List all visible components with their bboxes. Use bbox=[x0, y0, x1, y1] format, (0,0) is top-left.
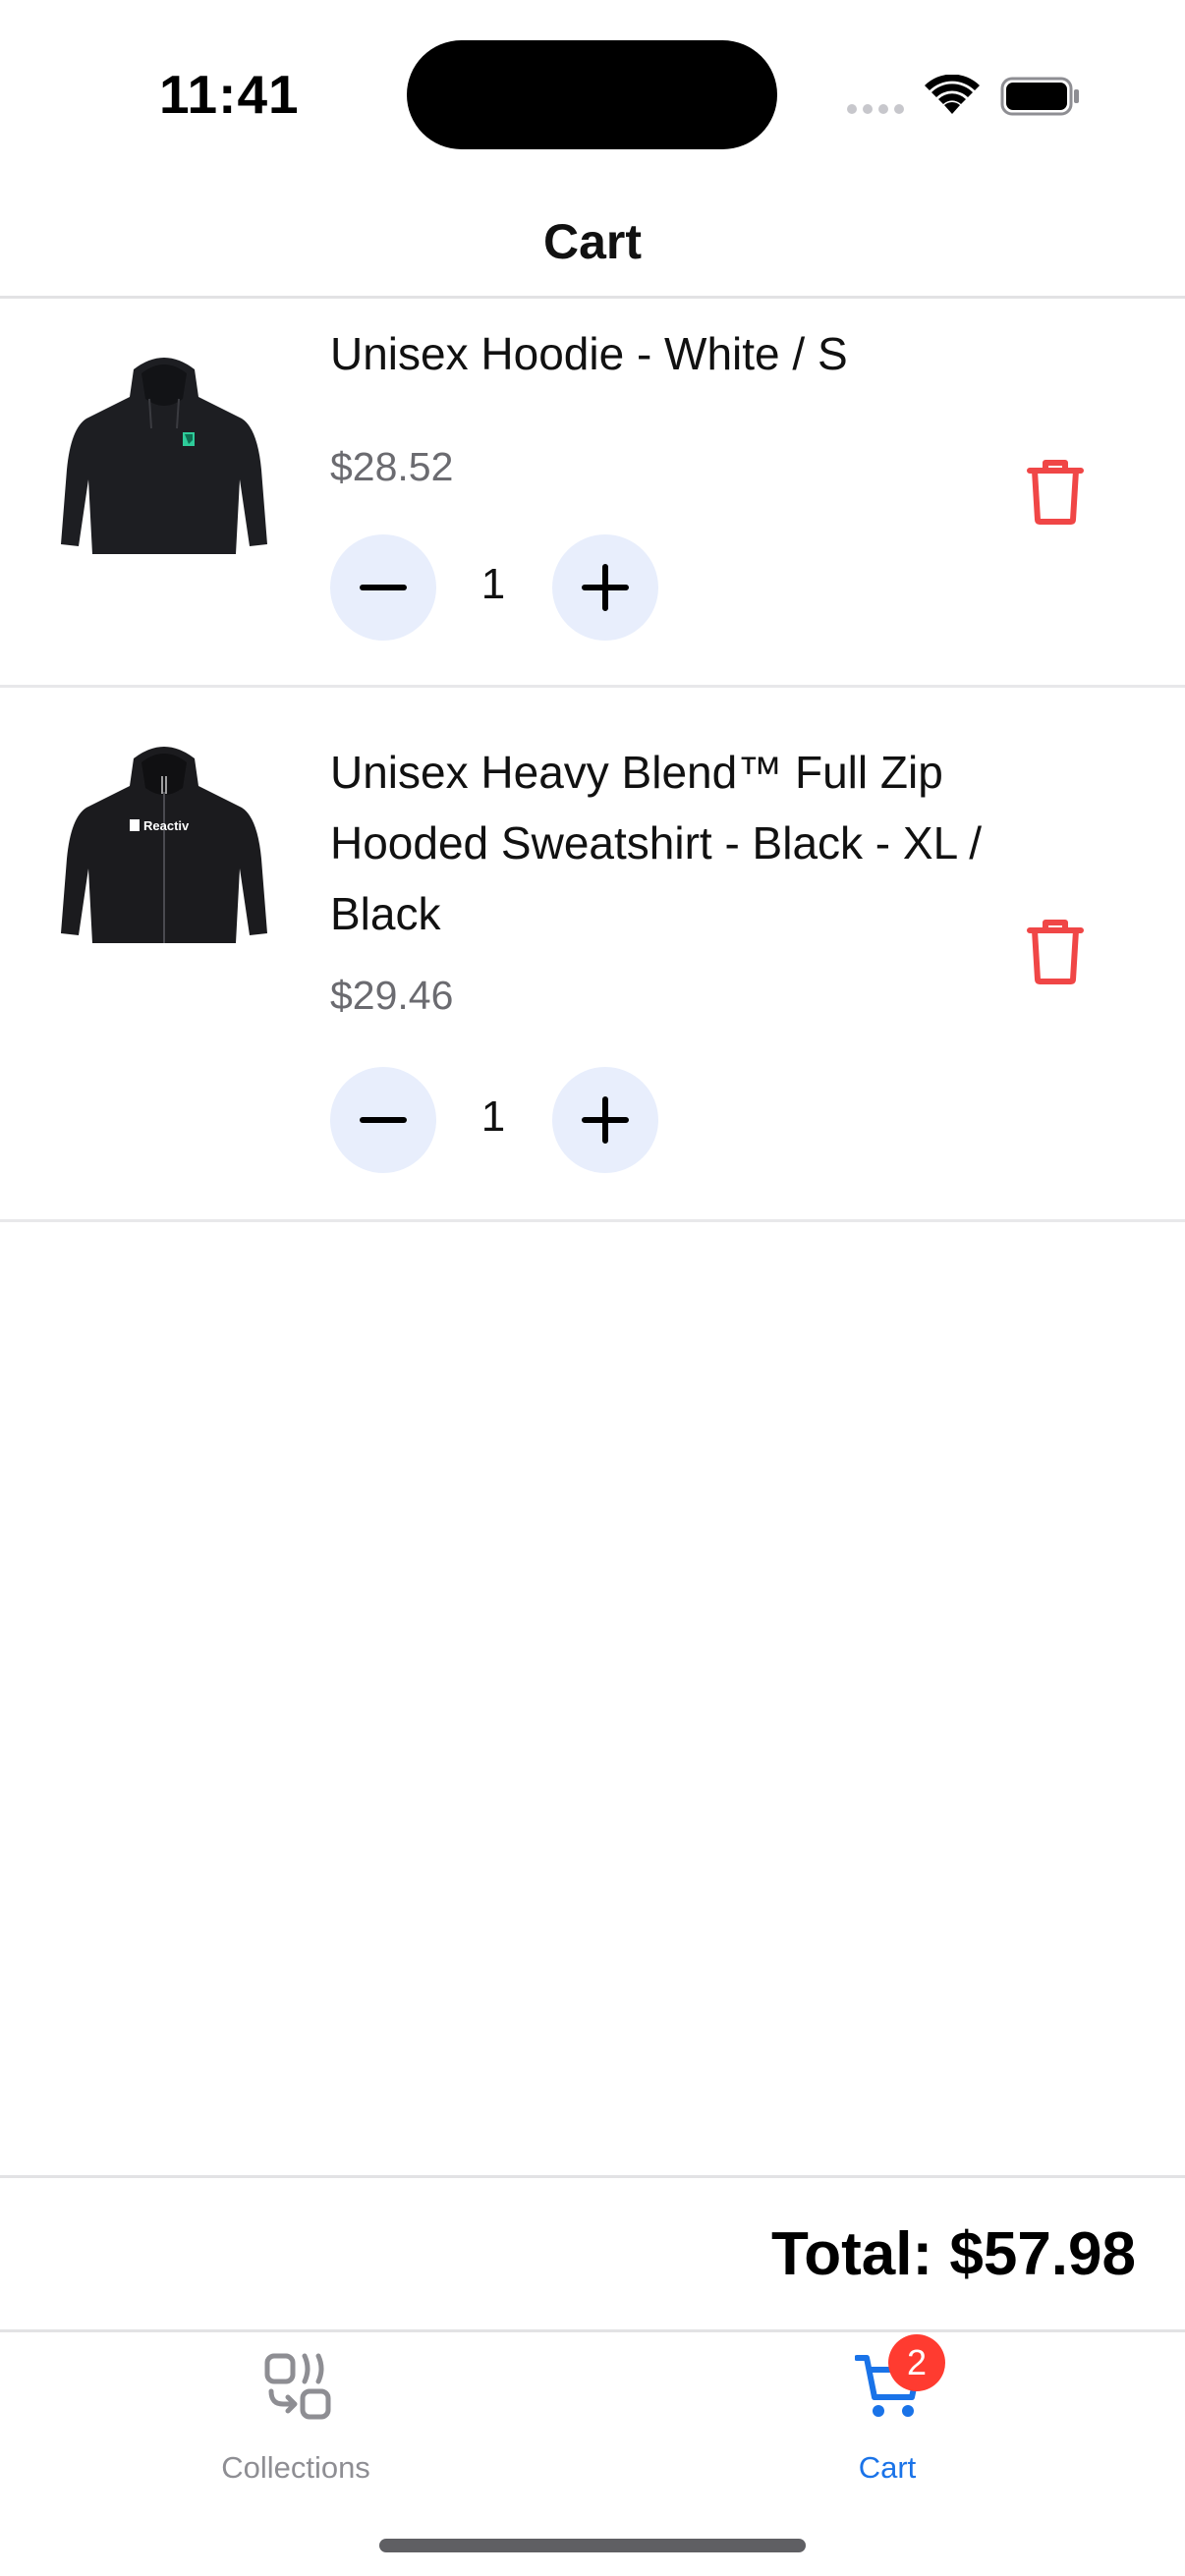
plus-icon bbox=[582, 1096, 629, 1144]
cart-screen: 11:41 Cart Unisex Hoodie - White / S $28… bbox=[0, 0, 1185, 2576]
home-indicator[interactable] bbox=[379, 2539, 806, 2552]
cart-total: Total: $57.98 bbox=[770, 2220, 1136, 2288]
tab-cart[interactable]: 2 Cart bbox=[740, 2334, 1035, 2490]
tab-label: Collections bbox=[221, 2450, 370, 2485]
delete-item-button[interactable] bbox=[1018, 910, 1093, 992]
item-price: $28.52 bbox=[330, 444, 454, 489]
status-bar: 11:41 bbox=[0, 0, 1185, 177]
increase-quantity-button[interactable] bbox=[552, 1067, 658, 1173]
product-image-hoodie bbox=[61, 358, 267, 554]
cart-item: Reactiv Unisex Heavy Blend™ Full Zip Hoo… bbox=[0, 688, 1185, 1222]
logo-text: Reactiv bbox=[143, 818, 190, 833]
plus-icon bbox=[582, 564, 629, 611]
battery-icon bbox=[1000, 77, 1079, 116]
cellular-signal-icon bbox=[847, 104, 904, 114]
trash-icon bbox=[1027, 920, 1084, 984]
quantity-value: 1 bbox=[480, 1092, 506, 1141]
decrease-quantity-button[interactable] bbox=[330, 1067, 436, 1173]
tab-label: Cart bbox=[858, 2450, 917, 2485]
minus-icon bbox=[360, 1117, 407, 1123]
product-image-zip-hoodie: Reactiv bbox=[61, 747, 267, 943]
item-price: $29.46 bbox=[330, 973, 454, 1018]
total-bar: Total: $57.98 bbox=[0, 2175, 1185, 2332]
decrease-quantity-button[interactable] bbox=[330, 534, 436, 641]
collections-icon bbox=[264, 2353, 331, 2420]
status-time: 11:41 bbox=[159, 64, 300, 125]
item-name: Unisex Hoodie - White / S bbox=[330, 328, 848, 379]
minus-icon bbox=[360, 585, 407, 590]
item-name: Unisex Heavy Blend™ Full Zip Hooded Swea… bbox=[330, 747, 983, 939]
tab-collections[interactable]: Collections bbox=[148, 2352, 443, 2490]
delete-item-button[interactable] bbox=[1018, 450, 1093, 532]
cart-item: Unisex Hoodie - White / S $28.52 1 bbox=[0, 299, 1185, 688]
dynamic-island bbox=[407, 40, 777, 149]
nav-header: Cart bbox=[0, 177, 1185, 299]
page-title: Cart bbox=[542, 214, 643, 269]
cart-badge: 2 bbox=[888, 2334, 945, 2391]
trash-icon bbox=[1027, 460, 1084, 525]
wifi-icon bbox=[925, 75, 980, 114]
quantity-value: 1 bbox=[480, 560, 506, 608]
increase-quantity-button[interactable] bbox=[552, 534, 658, 641]
